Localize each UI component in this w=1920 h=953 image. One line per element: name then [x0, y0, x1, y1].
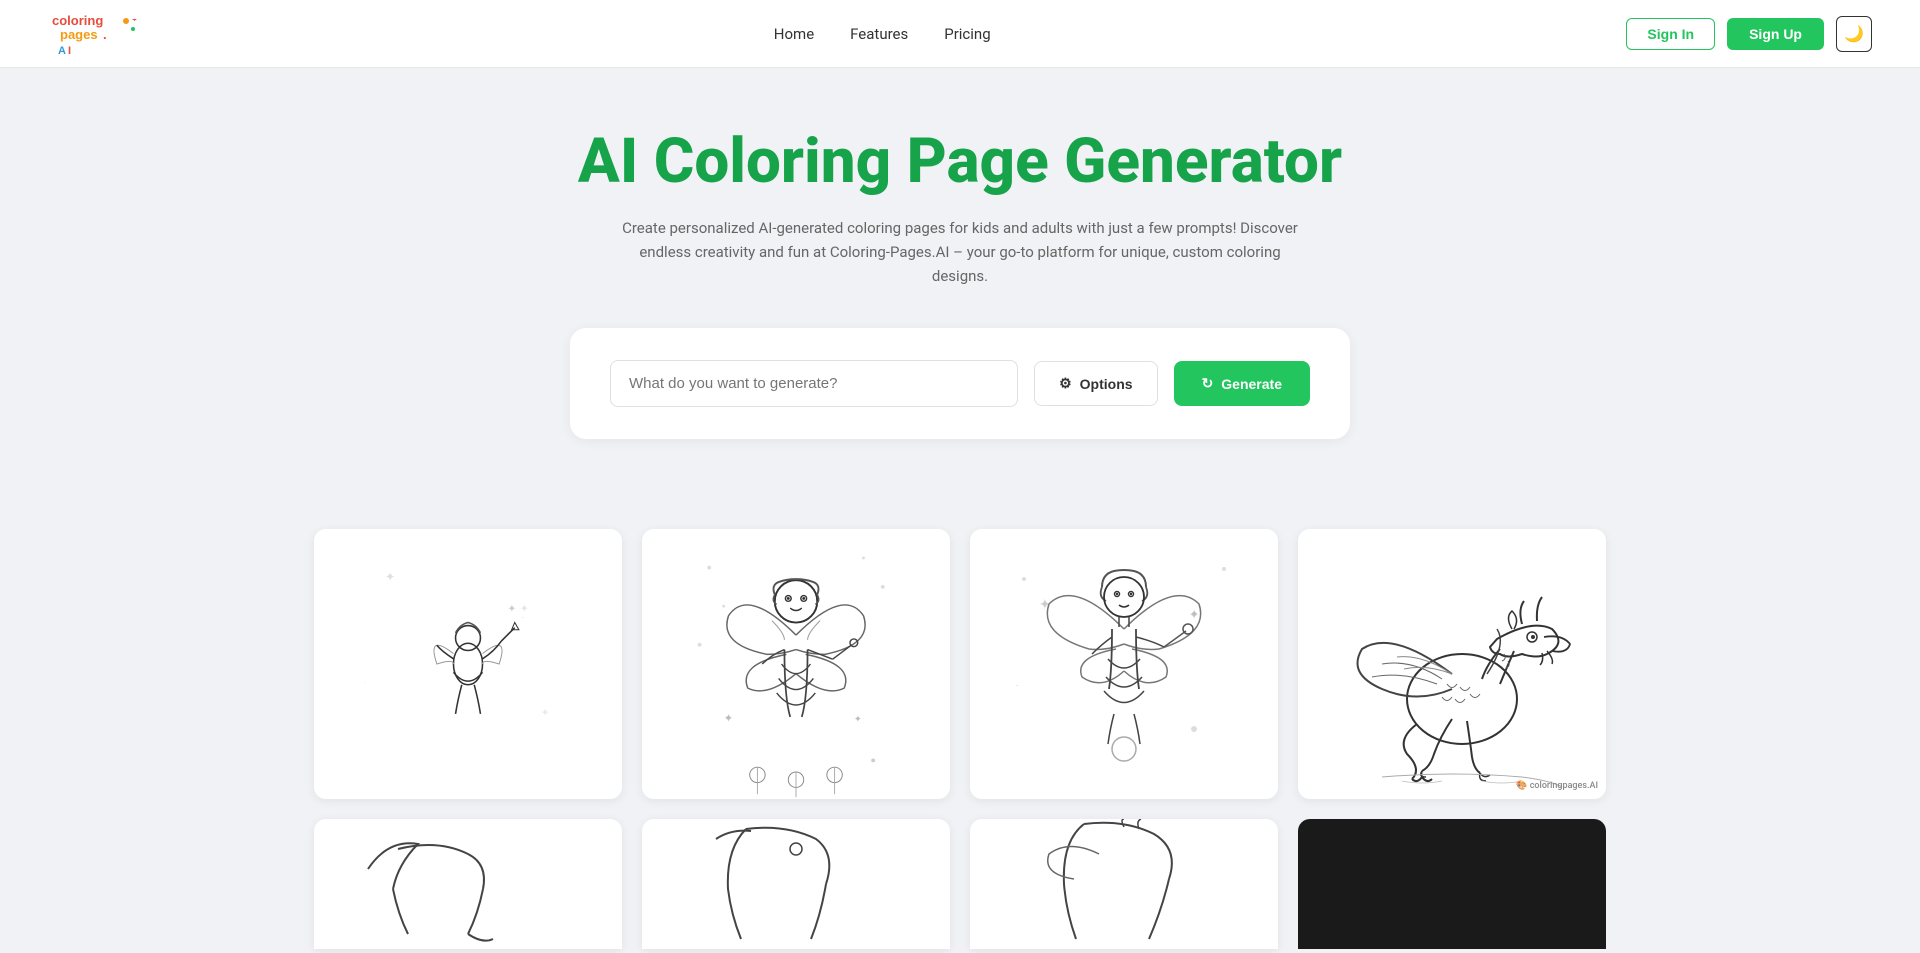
generate-label: Generate: [1221, 376, 1282, 392]
svg-text:✦: ✦: [541, 706, 550, 719]
signup-button[interactable]: Sign Up: [1727, 18, 1824, 50]
watermark: 🎨 coloringpages.AI: [1516, 780, 1598, 791]
svg-text:·: ·: [1016, 681, 1019, 692]
svg-text:✦: ✦: [385, 570, 395, 585]
gallery-item-bottom[interactable]: [314, 819, 622, 949]
svg-text:·: ·: [364, 678, 366, 688]
moon-icon: 🌙: [1844, 24, 1864, 44]
svg-text:✦: ✦: [507, 602, 516, 615]
nav-pricing[interactable]: Pricing: [944, 25, 990, 43]
nav-home[interactable]: Home: [774, 25, 814, 43]
options-label: Options: [1080, 376, 1133, 392]
dark-panel: [1298, 819, 1606, 949]
gear-icon: ⚙: [1059, 375, 1072, 392]
svg-text:pages: pages: [60, 27, 98, 42]
svg-text:·: ·: [522, 614, 524, 624]
gallery-item[interactable]: 🎨 coloringpages.AI: [1298, 529, 1606, 799]
navbar: coloring pages . A I Home Features Prici…: [0, 0, 1920, 68]
svg-text:✦: ✦: [1190, 609, 1198, 620]
gallery-grid: ✦ ✦ · ✦: [290, 529, 1630, 799]
svg-text:A: A: [58, 45, 66, 57]
theme-toggle-button[interactable]: 🌙: [1836, 16, 1872, 52]
generate-button[interactable]: ↻ Generate: [1174, 361, 1310, 406]
hero-subtitle: Create personalized AI-generated colorin…: [620, 216, 1300, 288]
svg-text:✦: ✦: [854, 714, 862, 725]
gallery-item[interactable]: ✦ ✦ · ✦: [314, 529, 622, 799]
svg-text:coloring: coloring: [52, 13, 103, 28]
navbar-actions: Sign In Sign Up 🌙: [1626, 16, 1872, 52]
svg-text:.: .: [103, 27, 107, 42]
gallery-bottom-row: [290, 819, 1630, 949]
gallery-item-bottom[interactable]: [970, 819, 1278, 949]
hero-section: AI Coloring Page Generator Create person…: [0, 68, 1920, 529]
refresh-icon: ↻: [1202, 375, 1214, 392]
nav-features[interactable]: Features: [850, 25, 908, 43]
svg-text:I: I: [68, 45, 71, 57]
nav-links: Home Features Pricing: [774, 25, 991, 43]
options-button[interactable]: ⚙ Options: [1034, 361, 1157, 406]
gallery-item[interactable]: ✦ ✦: [642, 529, 950, 799]
svg-text:✦: ✦: [724, 711, 734, 725]
logo[interactable]: coloring pages . A I: [48, 8, 138, 60]
generator-box: ⚙ Options ↻ Generate: [570, 328, 1350, 439]
signin-button[interactable]: Sign In: [1626, 18, 1715, 50]
hero-title: AI Coloring Page Generator: [20, 128, 1900, 196]
gallery-item[interactable]: ✦ ✦ ·: [970, 529, 1278, 799]
generate-input[interactable]: [610, 360, 1018, 407]
gallery-item-bottom[interactable]: [642, 819, 950, 949]
